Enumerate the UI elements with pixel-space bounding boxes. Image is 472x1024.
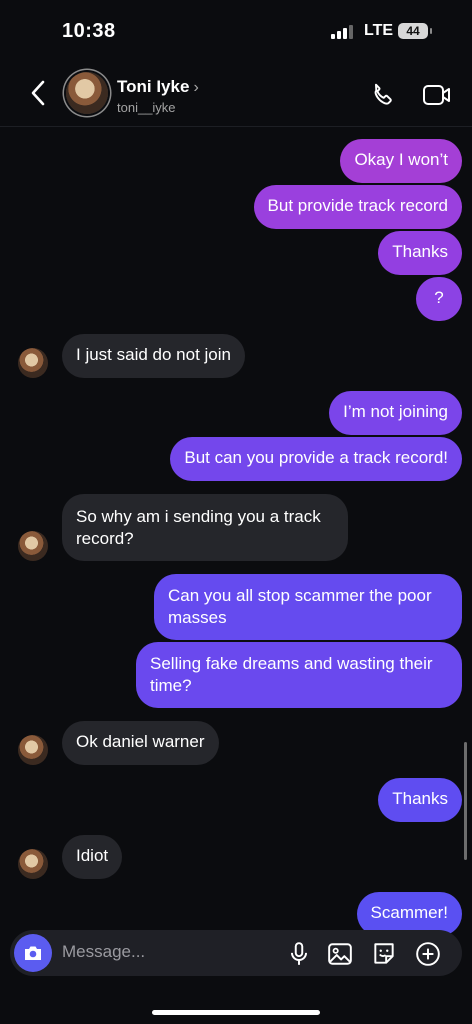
avatar[interactable] bbox=[18, 348, 48, 378]
scrollbar[interactable] bbox=[464, 742, 467, 860]
message-outgoing[interactable]: But can you provide a track record! bbox=[170, 437, 462, 481]
avatar[interactable] bbox=[18, 735, 48, 765]
message-outgoing[interactable]: I’m not joining bbox=[329, 391, 462, 435]
video-camera-icon bbox=[423, 85, 450, 105]
plus-circle-icon bbox=[416, 942, 440, 966]
phone-icon bbox=[374, 83, 392, 105]
sticker-button[interactable] bbox=[371, 941, 397, 967]
message-incoming[interactable]: Idiot bbox=[62, 835, 123, 879]
message-outgoing[interactable]: Okay I won’t bbox=[340, 139, 462, 183]
call-button[interactable] bbox=[371, 82, 397, 108]
contact-username: toni__iyke bbox=[117, 100, 176, 115]
status-time: 10:38 bbox=[62, 20, 116, 42]
message-input[interactable]: Message... bbox=[62, 942, 145, 962]
sticker-icon bbox=[374, 943, 394, 964]
microphone-icon bbox=[290, 942, 308, 965]
contact-name: Toni Iyke bbox=[117, 77, 190, 96]
add-button[interactable] bbox=[415, 941, 441, 967]
avatar[interactable] bbox=[18, 531, 48, 561]
back-button[interactable] bbox=[26, 78, 52, 108]
camera-button[interactable] bbox=[14, 934, 52, 972]
message-incoming[interactable]: I just said do not join bbox=[62, 334, 245, 378]
status-bar: 10:38 LTE 44 bbox=[0, 0, 472, 60]
battery-icon: 44 bbox=[398, 23, 432, 39]
message-outgoing[interactable]: Can you all stop scammer the poor masses bbox=[154, 574, 462, 640]
contact-info[interactable]: Toni Iyke › toni__iyke bbox=[117, 77, 199, 115]
chevron-right-icon: › bbox=[193, 79, 199, 96]
message-outgoing[interactable]: Selling fake dreams and wasting their ti… bbox=[136, 642, 462, 708]
message-composer: Message... bbox=[10, 930, 462, 976]
message-outgoing[interactable]: ? bbox=[416, 277, 462, 321]
camera-icon bbox=[25, 946, 41, 960]
avatar[interactable] bbox=[18, 849, 48, 879]
message-incoming[interactable]: Ok daniel warner bbox=[62, 721, 219, 765]
image-icon bbox=[328, 943, 352, 965]
network-label: LTE bbox=[364, 22, 394, 39]
video-call-button[interactable] bbox=[422, 84, 452, 106]
message-outgoing[interactable]: But provide track record bbox=[253, 185, 462, 229]
home-indicator[interactable] bbox=[152, 1010, 320, 1015]
chevron-left-icon bbox=[31, 80, 45, 106]
message-outgoing[interactable]: Thanks bbox=[378, 778, 462, 822]
message-incoming[interactable]: So why am i sending you a track record? bbox=[62, 494, 348, 561]
signal-icon bbox=[331, 25, 355, 39]
message-outgoing[interactable]: Thanks bbox=[378, 231, 462, 275]
gallery-button[interactable] bbox=[327, 941, 353, 967]
avatar[interactable] bbox=[66, 72, 108, 114]
microphone-button[interactable] bbox=[286, 941, 312, 967]
chat-header: Toni Iyke › toni__iyke bbox=[0, 60, 472, 127]
